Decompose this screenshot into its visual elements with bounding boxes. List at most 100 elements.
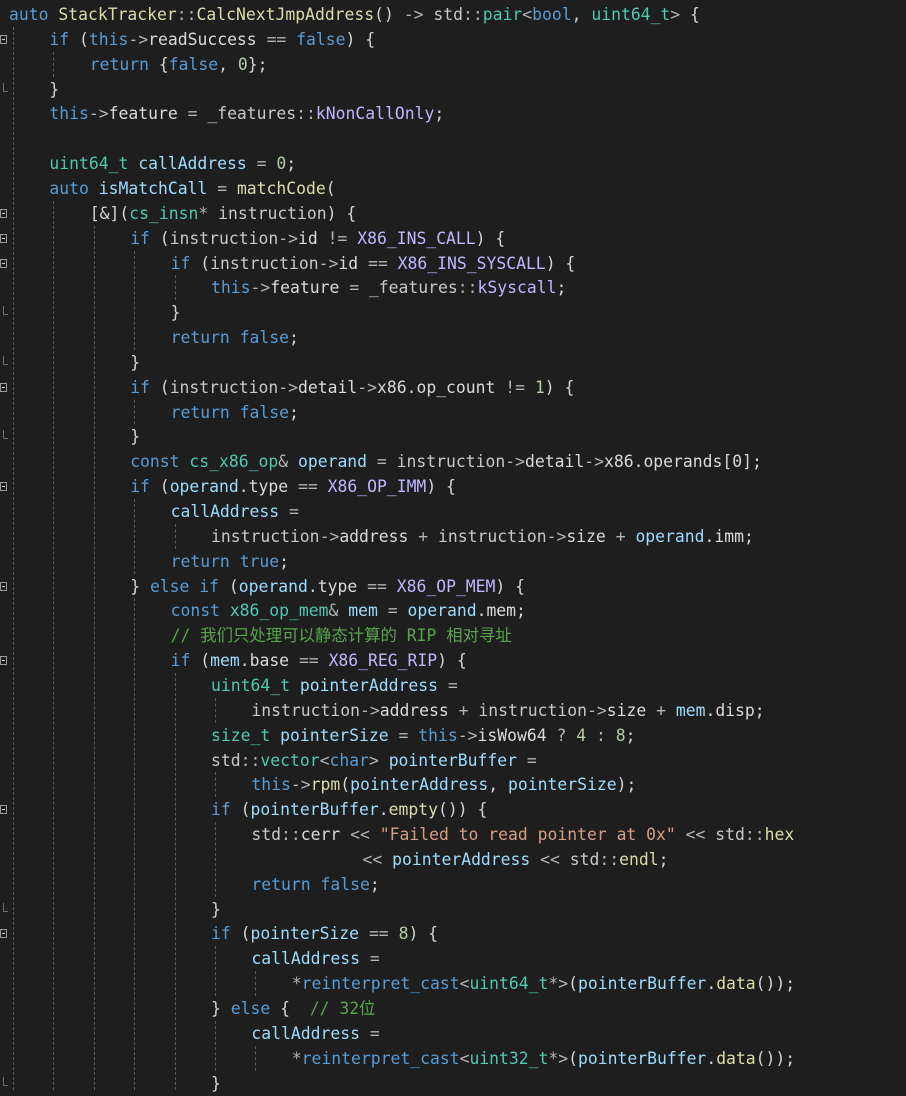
code-token: uint64_t: [49, 154, 129, 174]
code-token: instruction: [396, 452, 506, 472]
fold-toggle-icon[interactable]: [0, 208, 7, 218]
code-token: (: [69, 29, 89, 49]
code-token: .: [307, 576, 318, 596]
code-line[interactable]: callAddress =: [9, 946, 379, 971]
code-token: +: [656, 700, 666, 720]
code-token: (: [325, 178, 336, 198]
code-token: ::: [744, 825, 765, 845]
fold-end-icon: [3, 430, 8, 440]
code-line[interactable]: size_t pointerSize = this->isWow64 ? 4 :…: [9, 723, 635, 748]
code-line[interactable]: *reinterpret_cast<uint64_t*>(pointerBuff…: [9, 971, 795, 996]
code-token: return: [170, 328, 230, 348]
code-line[interactable]: if (operand.type == X86_OP_IMM) {: [9, 474, 456, 499]
code-line[interactable]: }: [9, 350, 140, 375]
code-token: callAddress: [251, 949, 360, 969]
fold-toggle-icon[interactable]: [0, 382, 7, 392]
code-token: ());: [755, 1048, 796, 1068]
code-line[interactable]: if (this->readSuccess == false) {: [9, 27, 375, 52]
fold-toggle-icon[interactable]: [0, 581, 7, 591]
code-line[interactable]: }: [9, 77, 59, 102]
code-line[interactable]: instruction->address + instruction->size…: [9, 524, 754, 549]
code-line[interactable]: if (instruction->id != X86_INS_CALL) {: [9, 226, 505, 251]
code-token: X86_REG_RIP: [328, 651, 438, 671]
code-line[interactable]: std::vector<char> pointerBuffer =: [9, 748, 537, 773]
code-token: endl: [619, 849, 659, 869]
code-line[interactable]: return false;: [9, 325, 299, 350]
fold-toggle-icon[interactable]: [0, 233, 7, 243]
code-token: false: [296, 29, 346, 49]
code-token: mem: [348, 601, 378, 621]
code-token: operand: [238, 576, 308, 596]
code-token: ) {: [545, 253, 576, 273]
code-line[interactable]: } else { // 32位: [9, 996, 375, 1021]
fold-toggle-icon[interactable]: [0, 482, 7, 492]
fold-toggle-icon[interactable]: [0, 656, 7, 666]
code-line[interactable]: }: [9, 424, 140, 449]
code-line[interactable]: return false;: [9, 400, 299, 425]
fold-toggle-icon[interactable]: [0, 258, 7, 268]
code-line[interactable]: auto StackTracker::CalcNextJmpAddress() …: [9, 2, 700, 27]
code-line[interactable]: this->rpm(pointerAddress, pointerSize);: [9, 772, 636, 797]
code-token: &: [328, 601, 339, 621]
code-line[interactable]: if (instruction->detail->x86.op_count !=…: [9, 375, 574, 400]
fold-gutter: [0, 0, 9, 1090]
code-token: ->: [586, 700, 607, 720]
code-token: false: [320, 874, 370, 894]
code-token: (: [190, 253, 211, 273]
code-line[interactable]: callAddress =: [9, 499, 299, 524]
code-line[interactable]: if (mem.base == X86_REG_RIP) {: [9, 648, 467, 673]
code-line[interactable]: instruction->address + instruction->size…: [9, 698, 764, 723]
code-line[interactable]: } else if (operand.type == X86_OP_MEM) {: [9, 574, 525, 599]
code-token: cs_x86_op: [189, 452, 279, 472]
code-editor[interactable]: auto StackTracker::CalcNextJmpAddress() …: [0, 0, 906, 1093]
code-line[interactable]: if (pointerSize == 8) {: [9, 921, 438, 946]
code-line[interactable]: *reinterpret_cast<uint32_t*>(pointerBuff…: [9, 1046, 795, 1071]
code-token: 0: [276, 154, 287, 174]
code-line[interactable]: const x86_op_mem& mem = operand.mem;: [9, 598, 526, 623]
fold-toggle-icon[interactable]: [0, 929, 7, 939]
code-token: detail: [524, 452, 585, 472]
code-token: // 我们只处理可以静态计算的 RIP 相对寻址: [170, 626, 512, 646]
code-token: &: [278, 452, 289, 472]
code-line[interactable]: this->feature = _features::kNonCallOnly;: [9, 101, 444, 126]
fold-toggle-icon[interactable]: [0, 34, 7, 44]
code-line[interactable]: }: [9, 1071, 221, 1096]
code-token: 1: [534, 377, 545, 397]
code-line[interactable]: const cs_x86_op& operand = instruction->…: [9, 449, 762, 474]
code-line[interactable]: }: [9, 300, 181, 325]
code-line[interactable]: return {false, 0};: [9, 52, 268, 77]
code-token: this: [418, 725, 458, 745]
code-token: feature: [108, 104, 178, 124]
code-token: type: [317, 576, 358, 596]
code-line[interactable]: std::cerr << "Failed to read pointer at …: [9, 822, 794, 847]
code-line[interactable]: [&](cs_insn* instruction) {: [9, 201, 356, 226]
code-line[interactable]: uint64_t pointerAddress =: [9, 673, 458, 698]
code-line[interactable]: return true;: [9, 549, 289, 574]
code-token: std: [569, 849, 600, 869]
code-line[interactable]: uint64_t callAddress = 0;: [9, 151, 296, 176]
code-line[interactable]: << pointerAddress << std::endl;: [9, 847, 669, 872]
code-line[interactable]: if (instruction->id == X86_INS_SYSCALL) …: [9, 251, 576, 276]
code-token: ->: [290, 775, 311, 795]
code-token: imm: [714, 526, 744, 546]
code-line[interactable]: auto isMatchCall = matchCode(: [9, 176, 336, 201]
code-line[interactable]: this->feature = _features::kSyscall;: [9, 275, 566, 300]
code-token: ) {: [437, 651, 467, 671]
fold-toggle-icon[interactable]: [0, 805, 7, 815]
code-line[interactable]: // 我们只处理可以静态计算的 RIP 相对寻址: [9, 623, 512, 648]
code-line[interactable]: return false;: [9, 872, 379, 897]
code-line[interactable]: if (pointerBuffer.empty()) {: [9, 797, 487, 822]
code-token: if: [199, 576, 220, 596]
code-token: ) {: [426, 477, 456, 497]
code-line[interactable]: }: [9, 897, 221, 922]
code-token: ()) {: [438, 800, 488, 820]
code-token: .: [378, 800, 389, 820]
code-line[interactable]: callAddress =: [9, 1021, 379, 1046]
code-token: ) {: [544, 377, 575, 397]
